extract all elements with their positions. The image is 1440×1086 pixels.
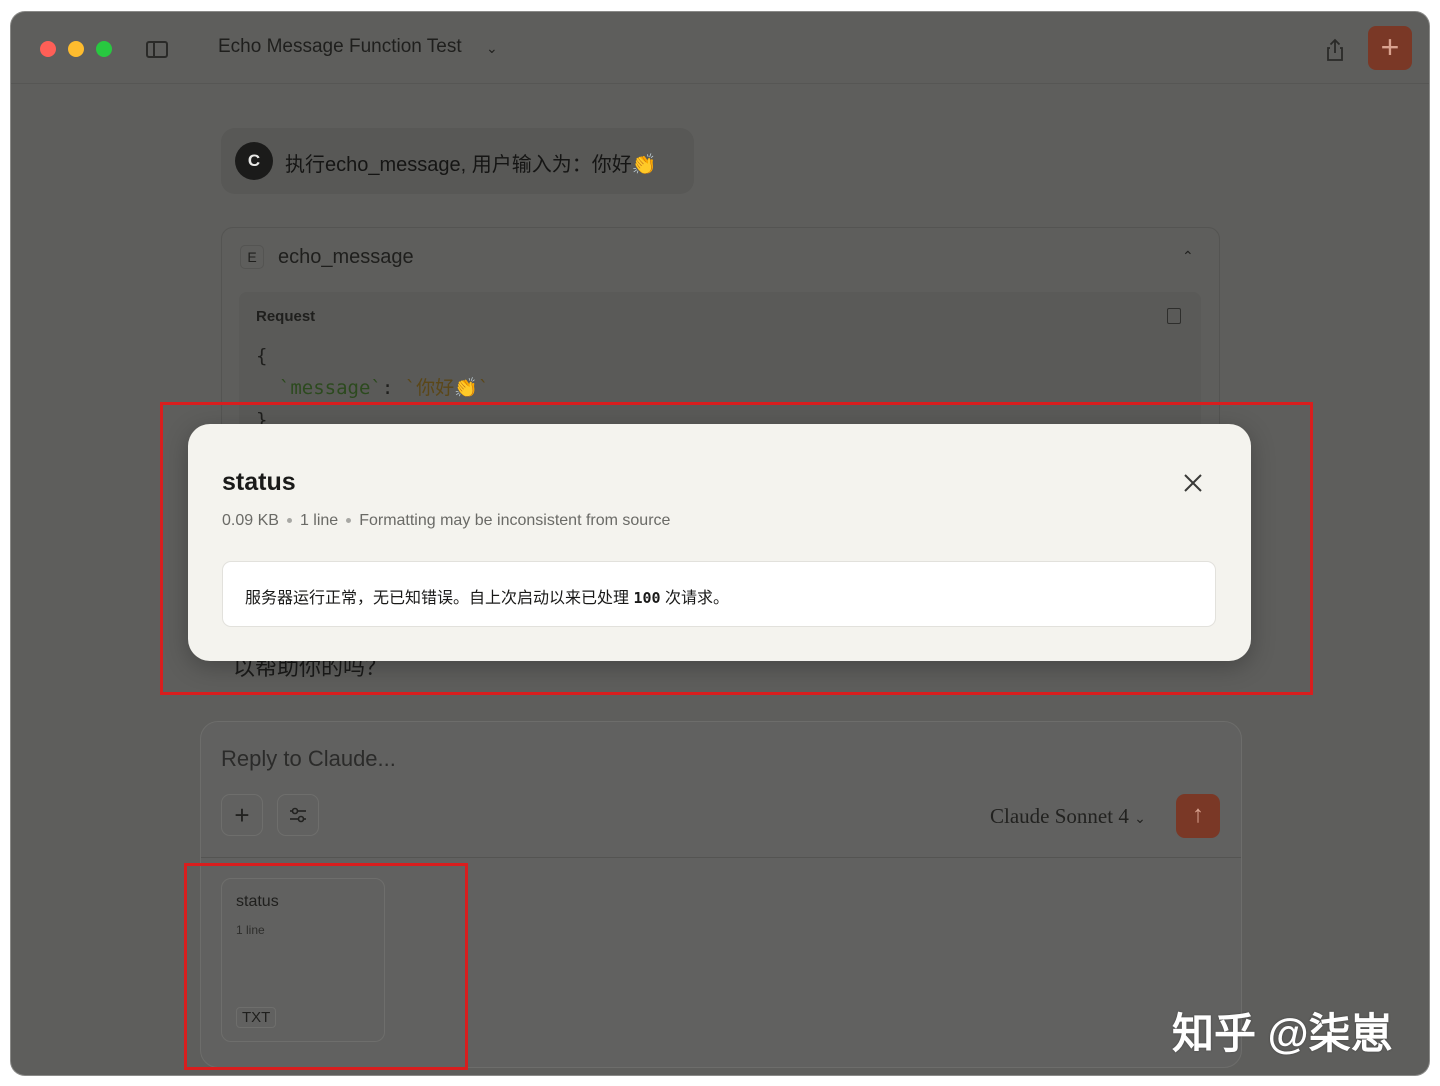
close-window-button[interactable] xyxy=(40,41,56,57)
code-key: `message` xyxy=(278,377,382,399)
copy-icon[interactable] xyxy=(1167,308,1181,324)
sidebar-toggle-icon[interactable] xyxy=(146,41,168,58)
user-message: C 执行echo_message, 用户输入为：你好👏 xyxy=(221,128,694,194)
title-bar: Echo Message Function Test ⌄ + xyxy=(11,12,1429,84)
code-colon: : xyxy=(381,377,405,399)
avatar: C xyxy=(235,142,273,180)
zoom-window-button[interactable] xyxy=(96,41,112,57)
tool-letter-badge: E xyxy=(240,245,264,269)
minimize-window-button[interactable] xyxy=(68,41,84,57)
model-selector[interactable]: Claude Sonnet 4 ⌄ xyxy=(990,804,1146,829)
add-attachment-button[interactable]: + xyxy=(221,794,263,836)
code-value: `你好👏` xyxy=(404,377,490,399)
divider xyxy=(201,857,1241,858)
highlight-box-modal xyxy=(160,402,1313,695)
send-button[interactable]: ↑ xyxy=(1176,794,1220,838)
chevron-down-icon[interactable]: ⌄ xyxy=(486,40,498,57)
watermark: 知乎 @柒崽 xyxy=(1172,1010,1393,1057)
share-icon[interactable] xyxy=(1321,36,1349,64)
user-message-text: 执行echo_message, 用户输入为：你好👏 xyxy=(285,154,657,176)
chevron-up-icon[interactable]: ⌃ xyxy=(1182,248,1194,265)
reply-input[interactable]: Reply to Claude... xyxy=(221,746,396,772)
new-chat-button[interactable]: + xyxy=(1368,26,1412,70)
sliders-icon xyxy=(290,807,306,823)
model-name: Claude Sonnet 4 xyxy=(990,804,1129,828)
tool-name[interactable]: echo_message xyxy=(278,246,414,269)
request-label: Request xyxy=(256,308,316,325)
code-open-brace: { xyxy=(256,345,268,367)
conversation-title[interactable]: Echo Message Function Test xyxy=(218,36,462,58)
chevron-down-icon: ⌄ xyxy=(1134,812,1146,827)
highlight-box-attachment xyxy=(184,863,468,1070)
settings-sliders-button[interactable] xyxy=(277,794,319,836)
